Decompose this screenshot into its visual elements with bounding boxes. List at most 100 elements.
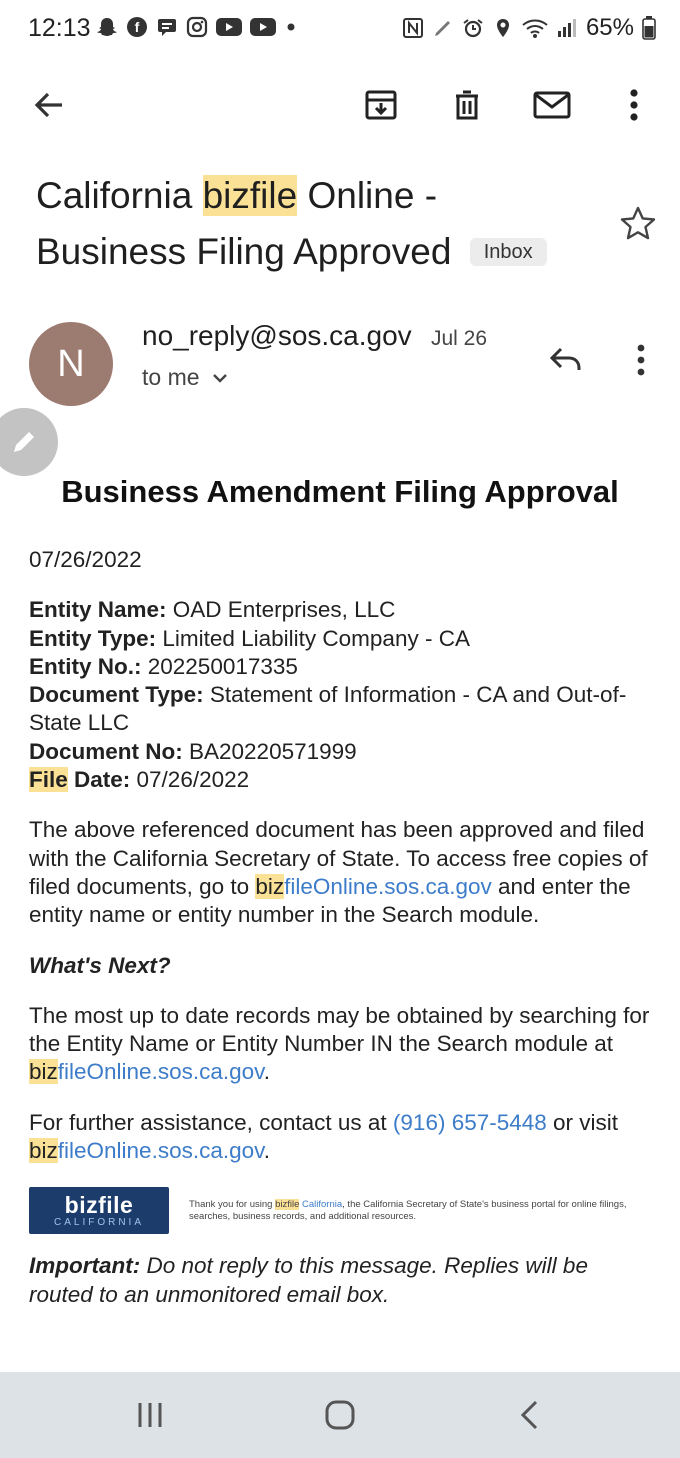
trash-icon [456, 90, 478, 120]
entity-name-value: OAD Enterprises, LLC [166, 597, 396, 623]
document-no-label: Document No: [29, 738, 183, 764]
paragraph-text: For further assistance, contact us at [29, 1109, 393, 1135]
file-date-value: 07/26/2022 [130, 767, 250, 793]
notification-icons: f [96, 16, 298, 38]
whats-next-heading: What's Next? [29, 952, 654, 980]
paragraph-text-mid: or visit [546, 1109, 619, 1135]
instagram-icon [186, 16, 208, 38]
link-highlight: biz [255, 873, 285, 899]
recipient-label: to me [142, 364, 200, 390]
footer-note-link[interactable]: California [299, 1199, 342, 1210]
clock: 12:13 [28, 14, 91, 42]
avatar[interactable]: N [29, 322, 113, 406]
file-date-label: Date: [67, 767, 131, 793]
paragraph-assistance: For further assistance, contact us at (9… [29, 1109, 654, 1166]
more-vert-icon [630, 89, 638, 121]
recent-apps-icon [138, 1403, 162, 1427]
pen-icon [432, 17, 454, 39]
email-date: Jul 26 [431, 327, 488, 350]
status-bar: 12:13 f 65% [0, 0, 680, 58]
entity-no-label: Entity No.: [29, 653, 142, 679]
link-highlight: biz [29, 1059, 58, 1085]
app-bar [0, 70, 680, 138]
bizfile-logo[interactable]: bizfile CALIFORNIA [29, 1187, 169, 1235]
back-nav-button[interactable] [500, 1392, 560, 1438]
whats-next-text: What's Next? [29, 952, 171, 978]
entity-type-label: Entity Type: [29, 625, 157, 651]
home-button[interactable] [310, 1392, 370, 1438]
bizfile-link[interactable]: bizfileOnline.sos.ca.gov [29, 1059, 264, 1085]
bizfile-link[interactable]: bizfileOnline.sos.ca.gov [29, 1138, 264, 1164]
important-notice: Important: Do not reply to this message.… [29, 1252, 654, 1309]
svg-text:f: f [135, 19, 140, 35]
paragraph-text: The most up to date records may be obtai… [29, 1002, 650, 1057]
chevron-down-icon [212, 373, 227, 383]
logo-text: bizfile [64, 1191, 134, 1218]
phone-link[interactable]: (916) 657-5448 [393, 1110, 547, 1135]
paragraph-text-end: . [263, 1059, 270, 1085]
star-icon [620, 206, 656, 240]
home-icon [325, 1400, 355, 1430]
back-arrow-icon [34, 92, 62, 118]
edit-floating-button[interactable] [0, 408, 58, 476]
pencil-icon [14, 432, 34, 452]
entity-type-value: Limited Liability Company - CA [156, 625, 470, 651]
logo-subtext: CALIFORNIA [53, 1216, 144, 1228]
subject-text: California [36, 175, 203, 216]
recipient-toggle[interactable]: to me [142, 364, 228, 391]
youtube-icon [250, 16, 276, 38]
file-date-label-highlight: File [29, 767, 68, 793]
paragraph-access: The above referenced document has been a… [29, 816, 654, 929]
facebook-icon: f [126, 16, 148, 38]
footer-note-highlight: bizfile [275, 1198, 300, 1210]
archive-icon [365, 90, 397, 120]
email-subject: California bizfile Online - Business Fil… [36, 168, 596, 280]
back-icon [520, 1400, 538, 1430]
bizfile-link[interactable]: bizfileOnline.sos.ca.gov [255, 873, 492, 899]
reply-button[interactable] [544, 337, 590, 383]
system-icons: 65% [402, 14, 656, 42]
mail-icon [533, 91, 571, 119]
footer-note: Thank you for using bizfile California, … [189, 1198, 654, 1223]
star-button[interactable] [618, 204, 658, 244]
filing-details: Entity Name: OAD Enterprises, LLC Entity… [29, 596, 654, 794]
chat-icon [156, 16, 178, 38]
email-body: 07/26/2022 Entity Name: OAD Enterprises,… [29, 546, 654, 1331]
location-icon [492, 17, 514, 39]
document-no-value: BA20220571999 [182, 738, 357, 764]
subject-highlight: bizfile [202, 175, 298, 216]
back-button[interactable] [24, 80, 74, 130]
snapchat-icon [96, 16, 118, 38]
archive-button[interactable] [356, 80, 406, 130]
navigation-bar [0, 1372, 680, 1458]
recent-apps-button[interactable] [120, 1392, 180, 1438]
filing-date: 07/26/2022 [29, 547, 142, 572]
delete-button[interactable] [442, 80, 492, 130]
link-highlight: biz [29, 1138, 58, 1164]
more-vert-icon [637, 344, 645, 376]
sender-address[interactable]: no_reply@sos.ca.gov [142, 320, 412, 352]
mark-unread-button[interactable] [527, 80, 577, 130]
email-footer: bizfile CALIFORNIA Thank you for using b… [29, 1187, 654, 1235]
paragraph-text-end: . [263, 1138, 270, 1164]
signal-icon [556, 17, 578, 39]
document-type-label: Document Type: [29, 682, 204, 708]
link-text: fileOnline.sos.ca.gov [57, 1138, 264, 1164]
link-text: fileOnline.sos.ca.gov [57, 1059, 264, 1085]
paragraph-records: The most up to date records may be obtai… [29, 1002, 654, 1087]
message-more-button[interactable] [622, 337, 660, 383]
more-options-button[interactable] [609, 80, 659, 130]
reply-icon [549, 347, 581, 370]
battery-percent: 65% [585, 14, 634, 41]
nfc-icon [402, 17, 424, 39]
alarm-icon [462, 17, 484, 39]
entity-name-label: Entity Name: [29, 597, 167, 623]
battery-icon [642, 16, 656, 40]
footer-note-text: Thank you for using [189, 1198, 276, 1210]
link-text: fileOnline.sos.ca.gov [284, 873, 492, 899]
inbox-label[interactable]: Inbox [469, 238, 547, 266]
email-heading: Business Amendment Filing Approval [61, 474, 619, 509]
entity-no-value: 202250017335 [141, 653, 298, 679]
youtube-icon [216, 16, 242, 38]
wifi-icon [522, 17, 548, 39]
